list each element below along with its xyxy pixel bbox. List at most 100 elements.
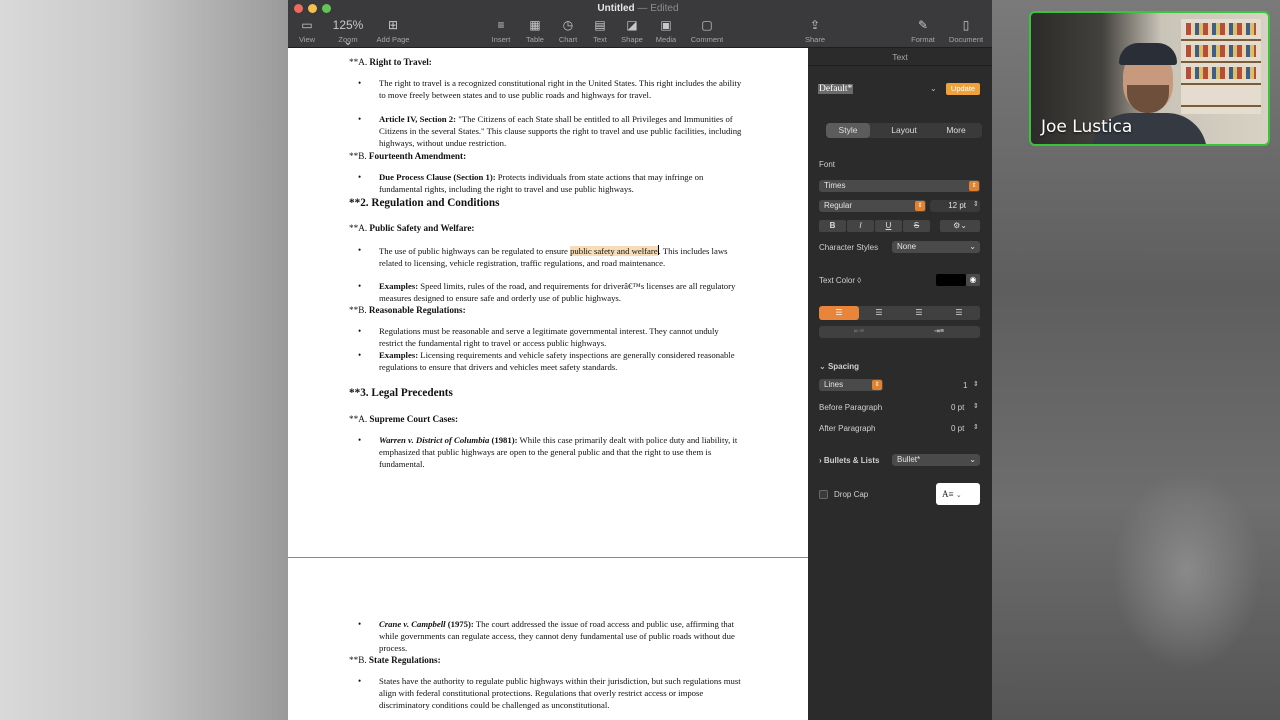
drop-cap-checkbox[interactable] [819, 490, 828, 499]
zoom-button[interactable]: 125% ⌄ Zoom [330, 17, 366, 48]
insert-button[interactable]: ≡ Insert [490, 17, 512, 44]
presenter-name: Joe Lustica [1041, 117, 1133, 137]
bullet: • [358, 619, 362, 629]
character-styles-label: Character Styles [819, 243, 879, 252]
chevron-down-icon[interactable]: ⌄ [930, 84, 937, 93]
spacing-section-header[interactable]: ⌄ Spacing [819, 362, 859, 371]
document-canvas[interactable]: **A. Right to Travel: • The right to tra… [288, 48, 808, 720]
chevron-updown-icon: ⇕ [915, 201, 925, 211]
chart-button[interactable]: ◷ Chart [556, 17, 580, 44]
increase-indent-button[interactable]: ⇥≡ [899, 326, 979, 338]
list-item[interactable]: Examples: Speed limits, rules of the roa… [379, 281, 744, 305]
chevron-down-icon: ⌄ [819, 362, 828, 371]
align-left-button[interactable]: ☰ [819, 306, 859, 320]
list-item[interactable]: Regulations must be reasonable and serve… [379, 326, 744, 350]
format-inspector: Text Default* ⌄ Update Style Layout More… [808, 48, 992, 720]
line-spacing-value[interactable]: 1 [963, 381, 967, 390]
minimize-window-button[interactable] [308, 4, 317, 13]
comment-icon: ▢ [701, 18, 713, 32]
list-item[interactable]: States have the authority to regulate pu… [379, 676, 744, 711]
font-size-stepper[interactable]: ⇕ [973, 200, 979, 208]
italic-button[interactable]: I [847, 220, 874, 232]
media-button[interactable]: ▣ Media [654, 17, 678, 44]
bullet: • [358, 78, 362, 88]
before-paragraph-stepper[interactable]: ⇕ [973, 402, 979, 410]
close-window-button[interactable] [294, 4, 303, 13]
heading: **3. Legal Precedents [349, 387, 453, 399]
zoom-value: 125% ⌄ [332, 18, 364, 48]
paragraph-style-select[interactable]: Default* [818, 82, 938, 96]
add-page-button[interactable]: ⊞ Add Page [375, 17, 411, 44]
list-item[interactable]: The right to travel is a recognized cons… [379, 78, 744, 102]
section-heading: **B. Reasonable Regulations: [349, 305, 466, 315]
text-color-label[interactable]: Text Color ◊ [819, 276, 861, 285]
list-item[interactable]: Due Process Clause (Section 1): Protects… [379, 172, 744, 196]
list-item[interactable]: Examples: Licensing requirements and veh… [379, 350, 744, 374]
list-item[interactable]: The use of public highways can be regula… [379, 245, 744, 270]
bullets-style-select[interactable]: Bullet* ⌄ [892, 454, 980, 466]
drop-cap-label: Drop Cap [834, 490, 869, 499]
after-paragraph-stepper[interactable]: ⇕ [973, 423, 979, 431]
toolbar: Untitled — Edited ▭ View 125% ⌄ Zoom ⊞ A… [288, 0, 992, 48]
before-paragraph-field[interactable]: 0 pt [951, 403, 964, 412]
comment-button[interactable]: ▢ Comment [688, 17, 726, 44]
after-paragraph-field[interactable]: 0 pt [951, 424, 964, 433]
section-heading: **B. State Regulations: [349, 655, 441, 665]
list-item[interactable]: Article IV, Section 2: "The Citizens of … [379, 114, 744, 149]
bullet: • [358, 281, 362, 291]
color-wheel-icon[interactable]: ◉ [966, 274, 980, 286]
font-weight-select[interactable]: Regular ⇕ [819, 200, 926, 212]
line-spacing-stepper[interactable]: ⇕ [973, 380, 979, 388]
media-icon: ▣ [660, 18, 672, 32]
tab-style[interactable]: Style [826, 123, 870, 138]
tab-more[interactable]: More [934, 123, 978, 138]
webcam-overlay: Joe Lustica [1029, 11, 1270, 146]
chevron-down-icon: ⌄ [969, 455, 976, 464]
fullscreen-window-button[interactable] [322, 4, 331, 13]
document-button[interactable]: ▯ Document [946, 17, 986, 44]
bold-button[interactable]: B [819, 220, 846, 232]
strikethrough-button[interactable]: S [903, 220, 930, 232]
alignment-control: ☰ ☰ ☰ ☰ [819, 306, 980, 320]
indent-control: ⇤≡ ⇥≡ [819, 326, 980, 338]
text-color-well[interactable] [936, 274, 966, 286]
update-style-button[interactable]: Update [946, 83, 980, 95]
table-button[interactable]: ▦ Table [524, 17, 546, 44]
character-styles-select[interactable]: None ⌄ [892, 241, 980, 253]
selected-text[interactable]: public safety and welfare [570, 246, 658, 256]
window-title: Untitled — Edited [597, 3, 679, 14]
justify-button[interactable]: ☰ [939, 306, 979, 320]
pages-window: Untitled — Edited ▭ View 125% ⌄ Zoom ⊞ A… [288, 0, 992, 720]
tab-layout[interactable]: Layout [882, 123, 926, 138]
share-icon: ⇪ [809, 18, 821, 32]
section-heading: **A. Public Safety and Welfare: [349, 223, 475, 233]
shape-button[interactable]: ◪ Shape [620, 17, 644, 44]
list-item[interactable]: Crane v. Campbell (1975): The court addr… [379, 619, 744, 654]
font-family-select[interactable]: Times ⇕ [819, 180, 980, 192]
section-heading: **A. Right to Travel: [349, 57, 432, 67]
advanced-options-button[interactable]: ⚙⌄ [940, 220, 980, 232]
align-center-button[interactable]: ☰ [859, 306, 899, 320]
shape-icon: ◪ [626, 18, 638, 32]
bullets-lists-section-header[interactable]: › Bullets & Lists [819, 456, 879, 465]
share-button[interactable]: ⇪ Share [804, 17, 826, 44]
insert-icon: ≡ [497, 18, 505, 32]
inspector-title: Text [808, 48, 992, 66]
chevron-updown-icon: ⇕ [969, 181, 979, 191]
text-button[interactable]: ▤ Text [590, 17, 610, 44]
view-button[interactable]: ▭ View [298, 17, 316, 44]
bullet: • [358, 676, 362, 686]
font-label: Font [819, 160, 836, 169]
format-button[interactable]: ✎ Format [908, 17, 938, 44]
drop-cap-style-select[interactable]: A≡ ⌄ [936, 483, 980, 505]
line-spacing-mode-select[interactable]: Lines ⇕ [819, 379, 883, 391]
list-item[interactable]: Warren v. District of Columbia (1981): W… [379, 435, 744, 470]
align-right-button[interactable]: ☰ [899, 306, 939, 320]
decrease-indent-button[interactable]: ⇤≡ [819, 326, 899, 338]
heading: **2. Regulation and Conditions [349, 197, 500, 209]
inspector-tabs: Style Layout More [826, 123, 982, 138]
document-icon: ▯ [962, 18, 970, 32]
bullet: • [358, 114, 362, 124]
underline-button[interactable]: U [875, 220, 902, 232]
section-heading: **A. Supreme Court Cases: [349, 414, 459, 424]
